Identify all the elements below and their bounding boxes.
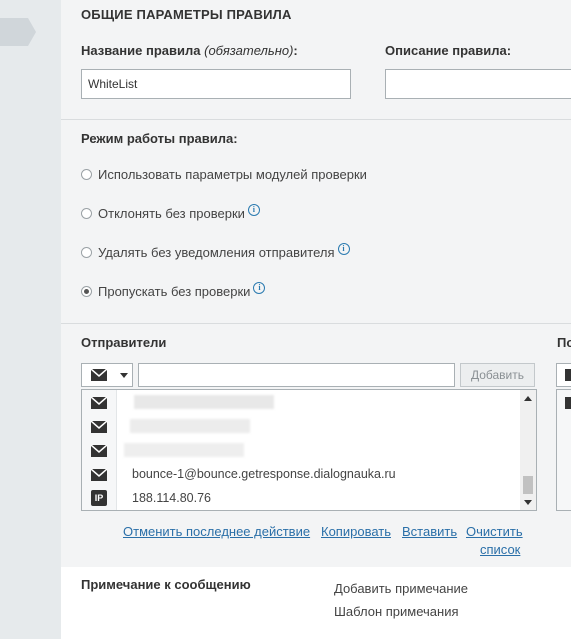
address-type-select[interactable] [81,363,133,387]
add-sender-button[interactable]: Добавить [460,363,535,387]
clear-list-link-line2[interactable]: список [480,542,520,557]
general-section-title: ОБЩИЕ ПАРАМЕТРЫ ПРАВИЛА [81,7,292,22]
mode-option-reject[interactable]: Отклонять без проверки i [81,203,260,221]
undo-link[interactable]: Отменить последнее действие [123,524,310,539]
recipients-list-partial[interactable] [556,389,571,511]
radio-button[interactable] [81,169,92,180]
info-icon[interactable]: i [253,281,266,294]
radio-button[interactable] [81,247,92,258]
nav-active-pointer[interactable] [0,18,36,46]
envelope-icon [91,397,107,409]
scrollbar-thumb[interactable] [523,476,533,494]
scroll-down-icon[interactable] [524,500,532,505]
envelope-icon [565,369,571,381]
info-icon[interactable]: i [337,242,350,255]
redacted-entry [124,443,244,457]
rule-name-required-note: (обязательно) [204,43,294,58]
redacted-entry [134,395,274,409]
mode-option-label: Пропускать без проверки [98,284,251,299]
rule-name-label-text: Название правила [81,43,201,58]
clear-list-link[interactable]: Очистить [466,524,523,539]
list-scrollbar[interactable] [520,390,536,510]
redacted-entry [130,419,250,433]
divider [61,323,571,324]
paste-link[interactable]: Вставить [402,524,457,539]
scroll-up-icon[interactable] [524,396,532,401]
senders-title: Отправители [81,335,167,350]
note-title: Примечание к сообщению [81,577,251,592]
envelope-icon [565,397,571,409]
clear-list-line1[interactable]: Очистить [466,524,523,539]
add-note-option[interactable]: Добавить примечание [334,581,468,596]
envelope-icon [91,469,107,481]
copy-link[interactable]: Копировать [321,524,391,539]
rule-description-label: Описание правила: [385,43,512,58]
senders-list[interactable]: IP bounce-1@bounce.getresponse.dialognau… [81,389,537,511]
mode-option-label: Удалять без уведомления отправителя [98,245,335,260]
mode-option-label: Отклонять без проверки [98,206,245,221]
rule-name-colon: : [293,43,298,58]
sender-entry[interactable]: 188.114.80.76 [132,491,211,505]
sender-entry[interactable]: bounce-1@bounce.getresponse.dialognauka.… [132,467,396,481]
sender-address-input[interactable] [138,363,455,387]
envelope-icon [91,421,107,433]
rule-mode-label: Режим работы правила: [81,131,238,146]
note-template-option[interactable]: Шаблон примечания [334,604,459,619]
envelope-icon [91,445,107,457]
radio-button[interactable] [81,208,92,219]
mode-option-pass[interactable]: Пропускать без проверки i [81,281,266,299]
ip-icon: IP [91,490,107,506]
radio-button-checked[interactable] [81,286,92,297]
chevron-down-icon [120,373,128,378]
mode-option-use-modules[interactable]: Использовать параметры модулей проверки [81,167,367,182]
rule-name-input[interactable]: WhiteList [81,69,351,99]
rule-description-input[interactable] [385,69,571,99]
left-navigation [0,0,61,639]
divider [61,119,571,120]
recipients-type-select-partial[interactable] [556,363,571,387]
info-icon[interactable]: i [247,203,260,216]
rule-name-label: Название правила (обязательно): [81,43,298,58]
envelope-icon [91,369,107,381]
recipients-title-partial: По [557,335,571,350]
mode-option-delete-silently[interactable]: Удалять без уведомления отправителя i [81,242,350,260]
mode-option-label: Использовать параметры модулей проверки [98,167,367,182]
